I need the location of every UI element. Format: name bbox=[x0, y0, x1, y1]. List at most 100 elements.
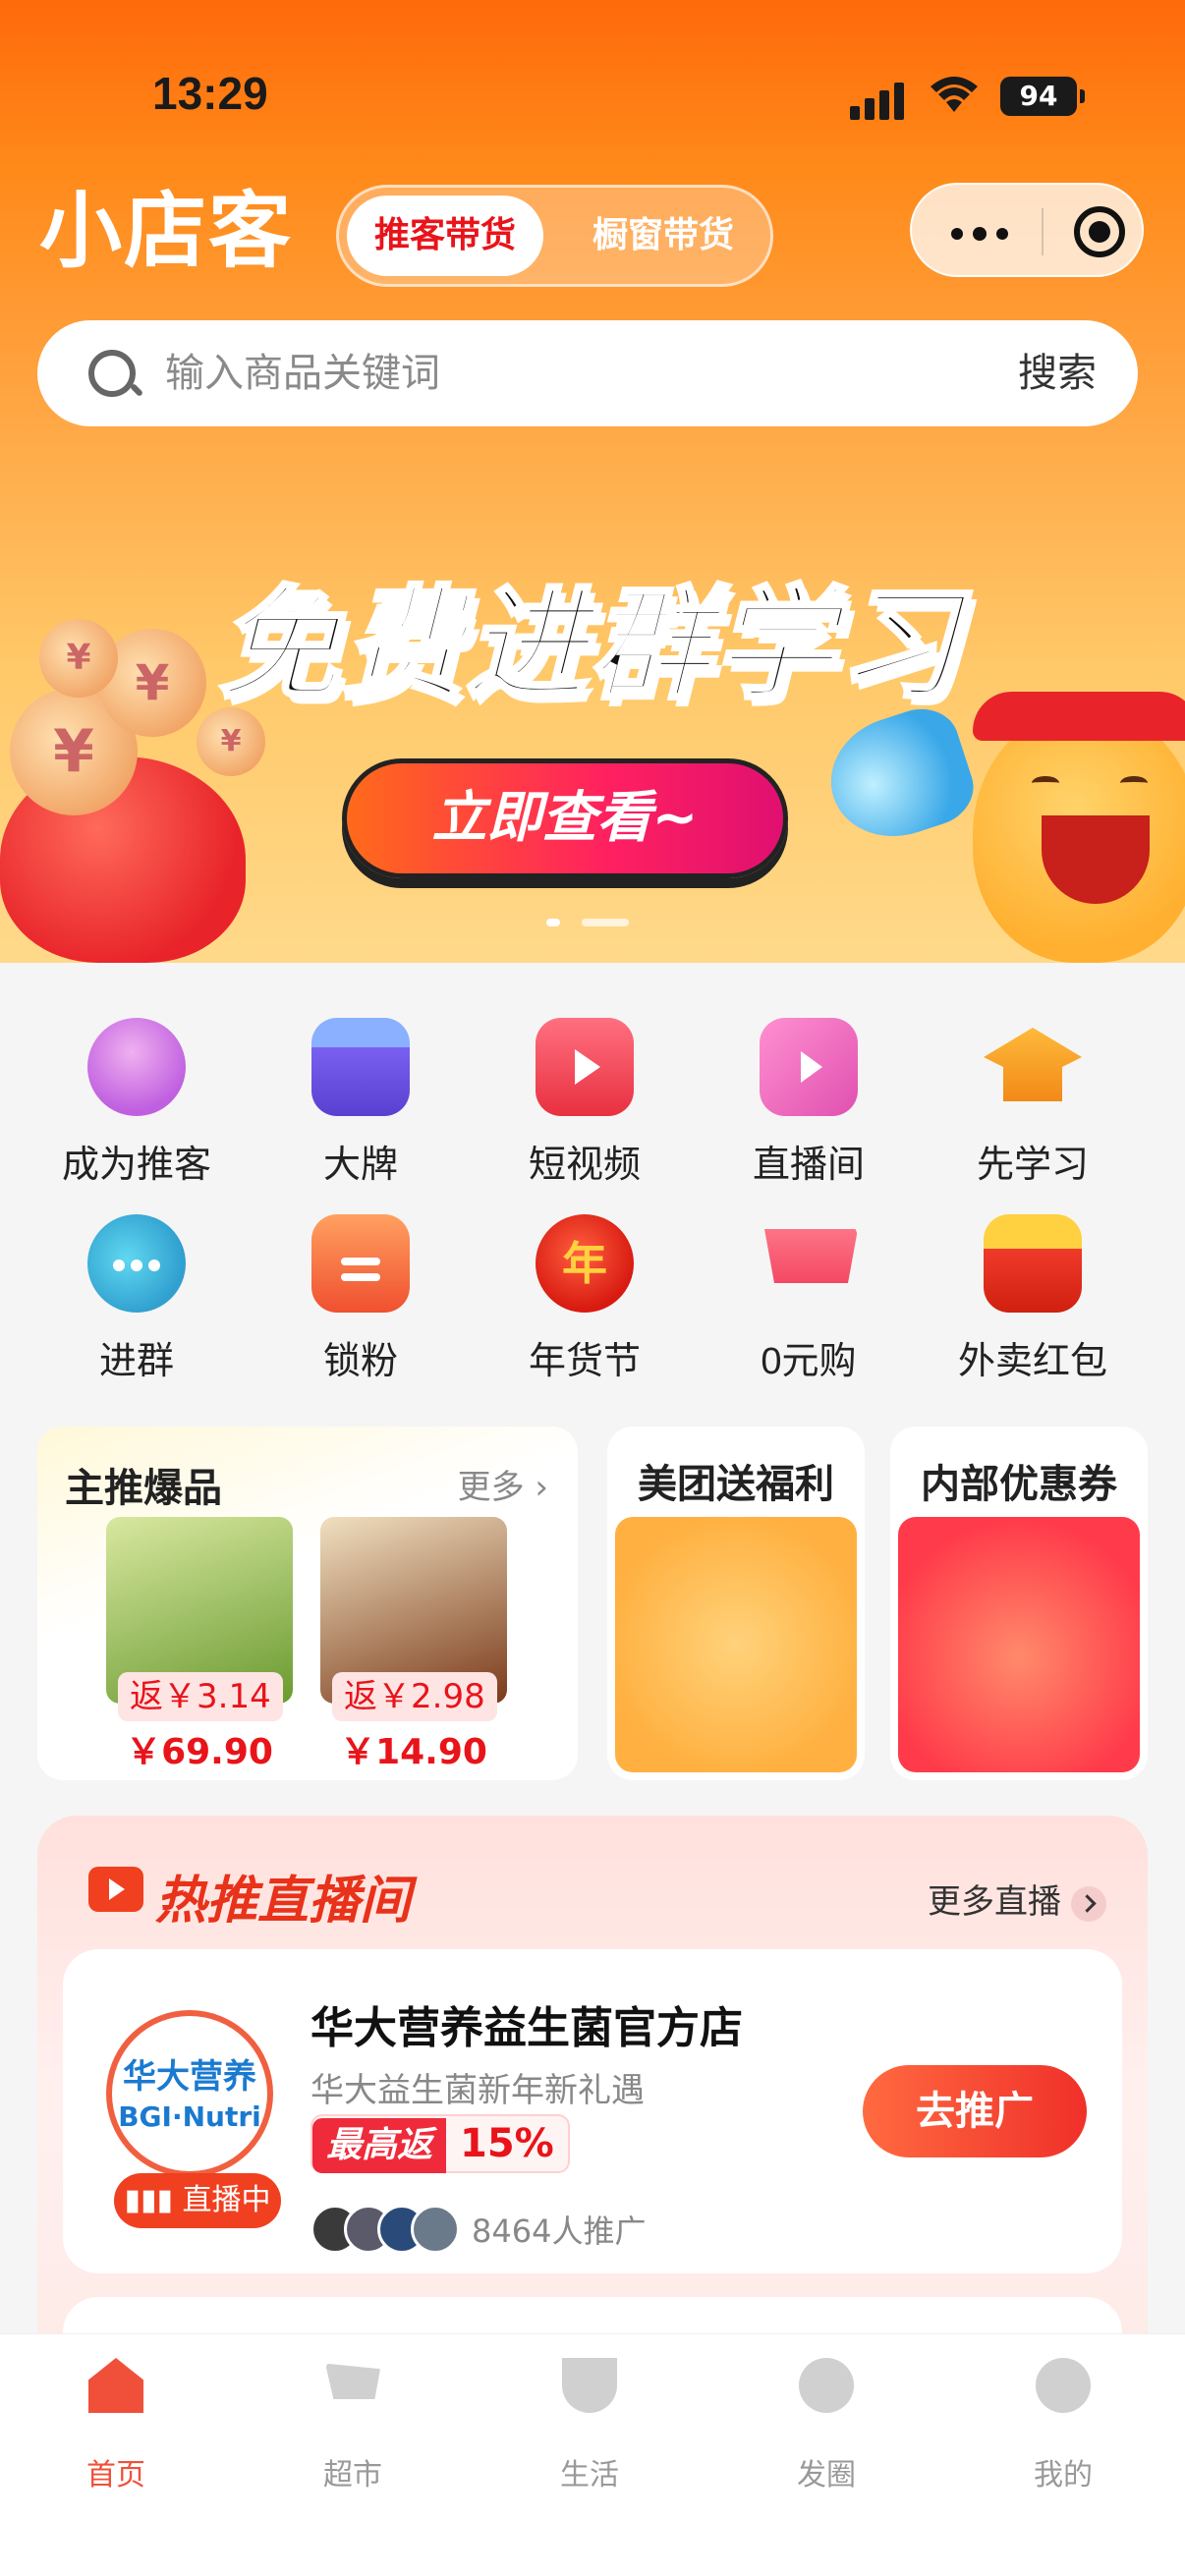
chevron-right-icon bbox=[1071, 1885, 1106, 1922]
grid-item-join-group[interactable]: 进群 bbox=[24, 1204, 250, 1401]
wifi-icon bbox=[931, 77, 978, 112]
app-logo: 小店客 bbox=[39, 183, 294, 279]
lantern-icon: 年 bbox=[536, 1214, 634, 1313]
tv-icon bbox=[88, 1867, 143, 1912]
grid-item-learn[interactable]: 先学习 bbox=[920, 1008, 1146, 1204]
graduation-cap-icon bbox=[984, 1028, 1082, 1101]
grid-label: 成为推客 bbox=[61, 1145, 211, 1186]
banner-pagination bbox=[546, 919, 635, 928]
more-label: 更多 bbox=[457, 1468, 525, 1507]
meituan-card[interactable]: 美团送福利 bbox=[607, 1427, 865, 1780]
mode-switch: 推客带货 橱窗带货 bbox=[336, 185, 773, 287]
cup-icon bbox=[562, 2358, 617, 2413]
live-badge-label: 直播中 bbox=[182, 2183, 271, 2217]
grid-label: 外卖红包 bbox=[957, 1341, 1107, 1382]
tab-home[interactable]: 首页 bbox=[18, 2358, 214, 2505]
status-bar: 13:29 94 bbox=[0, 67, 1185, 136]
product-item[interactable]: 返￥3.14 ￥69.90 bbox=[106, 1517, 293, 1772]
grid-label: 大牌 bbox=[322, 1145, 398, 1186]
featured-more-link[interactable]: 更多 › bbox=[458, 1460, 548, 1508]
miniapp-capsule bbox=[910, 183, 1144, 277]
tab-life[interactable]: 生活 bbox=[491, 2358, 688, 2505]
meituan-image bbox=[615, 1517, 857, 1772]
grid-label: 年货节 bbox=[528, 1341, 641, 1382]
grid-item-lock-fans[interactable]: 锁粉 bbox=[248, 1204, 474, 1401]
grid-item-brand[interactable]: 大牌 bbox=[248, 1008, 474, 1204]
product-item[interactable]: 返￥2.98 ￥14.90 bbox=[320, 1517, 507, 1772]
banner-cta-button[interactable]: 立即查看~ bbox=[342, 758, 788, 878]
grid-label: 先学习 bbox=[976, 1145, 1089, 1186]
red-packet-icon bbox=[984, 1214, 1082, 1313]
chevron-right-icon: › bbox=[535, 1468, 548, 1507]
capsule-divider bbox=[1042, 208, 1044, 255]
bottom-tab-bar: 首页 超市 生活 发圈 我的 bbox=[0, 2333, 1185, 2576]
logo-text-cn: 华大营养 bbox=[123, 2057, 256, 2097]
tab-moments[interactable]: 发圈 bbox=[728, 2358, 925, 2505]
logo-text-en: BGI·Nutri bbox=[118, 2100, 261, 2133]
grid-label: 锁粉 bbox=[322, 1341, 398, 1382]
user-plus-icon bbox=[87, 1018, 186, 1116]
tab-label: 我的 bbox=[1034, 2458, 1093, 2492]
tab-label: 首页 bbox=[86, 2458, 145, 2492]
more-live-label: 更多直播 bbox=[928, 1882, 1061, 1922]
banner-title[interactable]: 免费进群学习 bbox=[197, 545, 983, 722]
tab-supermarket[interactable]: 超市 bbox=[254, 2358, 451, 2505]
tab-label: 生活 bbox=[560, 2458, 619, 2492]
grid-label: 直播间 bbox=[752, 1145, 865, 1186]
search-bar[interactable]: 输入商品关键词 搜索 bbox=[37, 320, 1138, 426]
close-miniapp-icon[interactable] bbox=[1074, 206, 1125, 257]
coupon-title: 内部优惠券 bbox=[921, 1462, 1117, 1507]
grid-item-takeout-redpacket[interactable]: 外卖红包 bbox=[920, 1204, 1146, 1401]
promoter-count: 8464人推广 bbox=[472, 2212, 647, 2250]
search-icon bbox=[88, 350, 136, 397]
rebate-tag: 最高返 15% bbox=[310, 2114, 570, 2173]
tab-tuike[interactable]: 推客带货 bbox=[347, 196, 543, 276]
rebate-tag-value: 15% bbox=[460, 2121, 554, 2166]
tab-label: 发圈 bbox=[797, 2458, 856, 2492]
mascot-illustration bbox=[933, 688, 1185, 963]
live-camera-icon bbox=[760, 1018, 858, 1116]
live-badge: ▮▮▮ 直播中 bbox=[114, 2173, 281, 2228]
product-rebate: 返￥2.98 bbox=[332, 1672, 497, 1721]
tab-label: 超市 bbox=[323, 2458, 382, 2492]
rebate-tag-label: 最高返 bbox=[312, 2118, 447, 2173]
product-price: ￥69.90 bbox=[126, 1732, 273, 1772]
store-name: 华大营养益生菌官方店 bbox=[310, 2003, 743, 2053]
grid-item-zero-buy[interactable]: 0元购 bbox=[696, 1204, 922, 1401]
avatar bbox=[411, 2205, 460, 2254]
store-logo: 华大营养 BGI·Nutri bbox=[106, 2010, 273, 2177]
live-store-card[interactable]: 华大营养 BGI·Nutri ▮▮▮ 直播中 华大营养益生菌官方店 华大益生菌新… bbox=[63, 1949, 1122, 2273]
promo-cards: 主推爆品 更多 › 返￥3.14 ￥69.90 返￥2.98 ￥14.90 美团… bbox=[37, 1427, 1148, 1780]
coupon-card[interactable]: 内部优惠券 bbox=[890, 1427, 1148, 1780]
grid-item-short-video[interactable]: 短视频 bbox=[472, 1008, 698, 1204]
user-icon bbox=[1036, 2358, 1091, 2413]
featured-products-card[interactable]: 主推爆品 更多 › 返￥3.14 ￥69.90 返￥2.98 ￥14.90 bbox=[37, 1427, 578, 1780]
signal-icon bbox=[850, 81, 909, 120]
grid-label: 进群 bbox=[98, 1341, 174, 1382]
product-rebate: 返￥3.14 bbox=[118, 1672, 283, 1721]
grid-item-live-room[interactable]: 直播间 bbox=[696, 1008, 922, 1204]
tab-mine[interactable]: 我的 bbox=[965, 2358, 1161, 2505]
more-icon[interactable] bbox=[951, 227, 1010, 241]
grid-item-become-promoter[interactable]: 成为推客 bbox=[24, 1008, 250, 1204]
search-input[interactable]: 输入商品关键词 bbox=[165, 320, 440, 426]
search-button[interactable]: 搜索 bbox=[1018, 320, 1097, 426]
tab-chuchuang[interactable]: 橱窗带货 bbox=[570, 196, 757, 276]
store-subtitle: 华大益生菌新年新礼遇 bbox=[310, 2071, 645, 2110]
more-live-link[interactable]: 更多直播 bbox=[928, 1875, 1106, 1923]
grid-label: 短视频 bbox=[528, 1145, 641, 1186]
shopping-cart-icon bbox=[764, 1229, 858, 1283]
status-time: 13:29 bbox=[152, 68, 268, 119]
quick-grid: 成为推客 大牌 短视频 直播间 先学习 进群 锁粉 年 年货节 0元购 外卖红包 bbox=[0, 973, 1185, 1395]
gift-icon bbox=[311, 1214, 410, 1313]
coupon-image bbox=[898, 1517, 1140, 1772]
live-title: 热推直播间 bbox=[155, 1872, 412, 1931]
cart-icon bbox=[325, 2363, 380, 2399]
video-tv-icon bbox=[536, 1018, 634, 1116]
grid-item-new-year[interactable]: 年 年货节 bbox=[472, 1204, 698, 1401]
promote-button[interactable]: 去推广 bbox=[863, 2065, 1087, 2157]
battery-indicator: 94 bbox=[1000, 77, 1085, 116]
header-area: 13:29 94 小店客 推客带货 橱窗带货 输入商品关键词 搜索 ¥ ¥ ¥ … bbox=[0, 0, 1185, 963]
home-icon bbox=[88, 2358, 143, 2413]
store-icon bbox=[311, 1018, 410, 1116]
